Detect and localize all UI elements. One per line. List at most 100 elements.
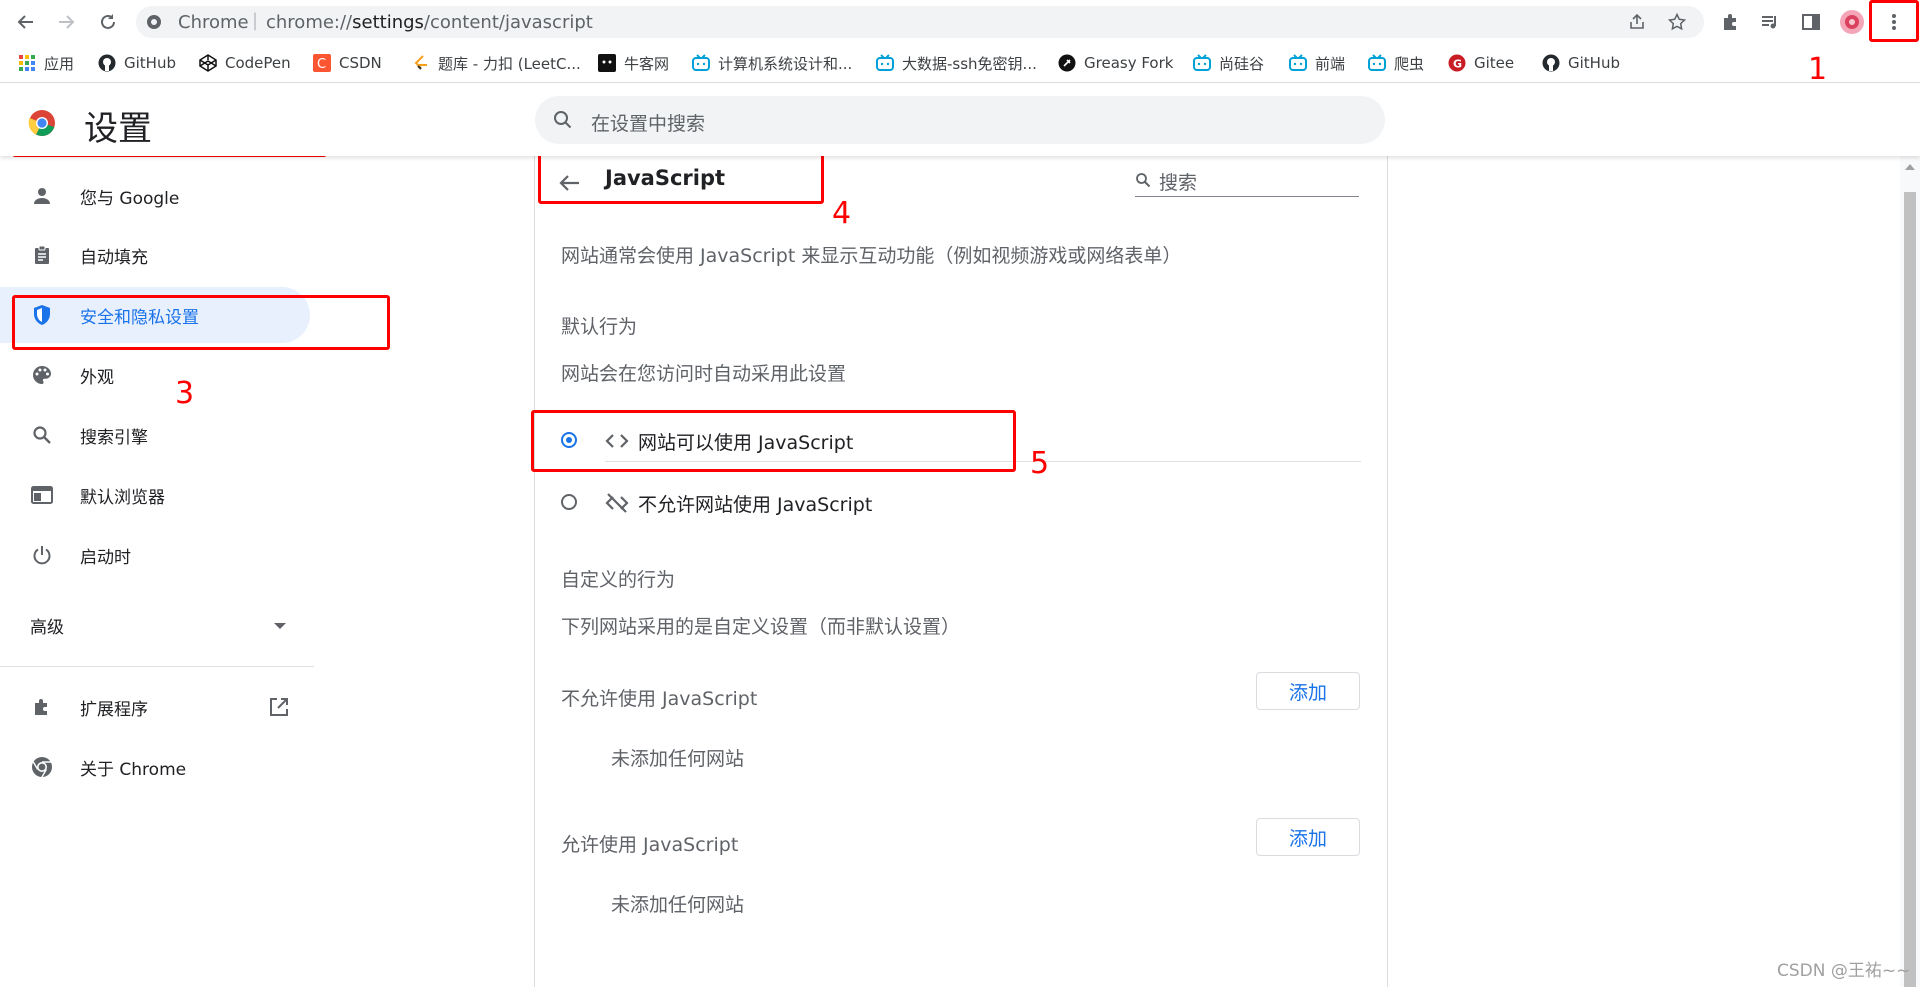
bookmark-nowcoder[interactable]: 牛客网 — [598, 52, 669, 74]
codepen-icon — [199, 54, 217, 72]
sidebar-item-you-and-google[interactable]: 您与 Google — [0, 168, 310, 224]
bookmark-star-icon[interactable] — [1666, 11, 1688, 33]
sidebar-divider — [0, 666, 314, 667]
clipboard-icon — [30, 243, 54, 267]
block-section-label: 不允许使用 JavaScript — [561, 688, 758, 710]
bookmark-github-2[interactable]: GitHub — [1542, 52, 1620, 74]
gitee-icon: G — [1448, 54, 1466, 72]
bookmark-label: Gitee — [1474, 54, 1515, 72]
github-icon — [1542, 54, 1560, 72]
chrome-logo-icon — [28, 110, 55, 136]
sidebar-item-label: 自动填充 — [80, 247, 148, 268]
greasyfork-icon — [1058, 54, 1076, 72]
code-brackets-icon — [605, 434, 629, 448]
bookmark-label: 题库 - 力扣 (LeetC... — [438, 54, 581, 73]
bookmark-bilibili-1[interactable]: 计算机系统设计和... — [692, 52, 852, 74]
bookmark-apps[interactable]: 应用 — [18, 52, 74, 74]
page-scrollbar[interactable] — [1900, 156, 1920, 987]
sidebar-item-privacy-security[interactable]: 安全和隐私设置 — [0, 287, 310, 343]
person-icon — [30, 184, 54, 208]
address-bar[interactable]: Chrome | chrome://settings/content/javas… — [136, 6, 1704, 38]
subpage-search-input[interactable]: 搜索 — [1135, 166, 1359, 197]
media-queue-icon[interactable] — [1756, 8, 1784, 36]
bookmark-bilibili-2[interactable]: 大数据-ssh免密钥... — [876, 52, 1037, 74]
add-allowed-site-button[interactable]: 添加 — [1256, 818, 1360, 856]
leetcode-icon — [412, 54, 430, 72]
forward-arrow-icon[interactable] — [52, 8, 80, 36]
page-title: 设置 — [84, 109, 152, 149]
advanced-label: 高级 — [30, 617, 64, 638]
description-text: 网站通常会使用 JavaScript 来显示互动功能（例如视频游戏或网络表单） — [561, 245, 1182, 267]
bilibili-icon — [876, 54, 894, 72]
allow-section-label: 允许使用 JavaScript — [561, 834, 739, 856]
bookmark-label: 前端 — [1315, 54, 1346, 73]
back-arrow-icon[interactable] — [557, 170, 583, 196]
more-vert-icon[interactable] — [1880, 8, 1908, 36]
shield-icon — [30, 303, 54, 327]
bookmark-github[interactable]: GitHub — [98, 52, 176, 74]
bookmark-leetcode[interactable]: 题库 - 力扣 (LeetC... — [412, 52, 581, 74]
sidebar-item-on-startup[interactable]: 启动时 — [0, 527, 310, 583]
add-blocked-site-button[interactable]: 添加 — [1256, 672, 1360, 710]
nowcoder-icon — [598, 54, 616, 72]
bookmark-bilibili-3[interactable]: 尚硅谷 — [1193, 52, 1264, 74]
subpage-search-placeholder: 搜索 — [1159, 172, 1198, 194]
radio-block-javascript[interactable]: 不允许网站使用 JavaScript — [535, 476, 1387, 532]
omnibox-url: chrome://settings/content/javascript — [266, 12, 593, 33]
sidebar-item-autofill[interactable]: 自动填充 — [0, 227, 310, 283]
side-panel-icon[interactable] — [1797, 8, 1825, 36]
bookmark-greasyfork[interactable]: Greasy Fork — [1058, 52, 1173, 74]
chevron-down-icon — [274, 623, 286, 629]
share-icon[interactable] — [1626, 11, 1648, 33]
sidebar-item-label: 扩展程序 — [80, 699, 148, 720]
omnibox-separator: | — [252, 10, 259, 31]
sidebar-item-label: 搜索引擎 — [80, 427, 148, 448]
blocked-empty-text: 未添加任何网站 — [611, 748, 745, 770]
search-icon — [1136, 173, 1151, 188]
apps-grid-icon — [18, 54, 36, 72]
search-icon — [554, 111, 572, 129]
github-icon — [98, 54, 116, 72]
bookmark-label: 爬虫 — [1394, 54, 1425, 73]
sidebar-item-label: 您与 Google — [80, 188, 180, 209]
sidebar-item-label: 外观 — [80, 367, 114, 388]
sidebar-item-about-chrome[interactable]: 关于 Chrome — [0, 739, 310, 795]
javascript-settings-card: JavaScript 搜索 网站通常会使用 JavaScript 来显示互动功能… — [534, 156, 1388, 987]
settings-search-input[interactable]: 在设置中搜索 — [535, 96, 1385, 144]
code-off-icon — [605, 493, 629, 513]
bookmark-csdn[interactable]: C CSDN — [313, 52, 382, 74]
bookmark-label: GitHub — [124, 54, 176, 72]
radio-label: 网站可以使用 JavaScript — [638, 432, 854, 454]
option-divider — [605, 461, 1361, 462]
extensions-puzzle-icon[interactable] — [1717, 8, 1745, 36]
bilibili-icon — [1289, 54, 1307, 72]
bookmark-label: 应用 — [44, 54, 75, 73]
bookmark-codepen[interactable]: CodePen — [199, 52, 291, 74]
settings-header: 设置 在设置中搜索 — [0, 83, 1920, 156]
scroll-thumb[interactable] — [1904, 192, 1916, 987]
bookmark-label: 大数据-ssh免密钥... — [902, 54, 1037, 73]
radio-button-checked[interactable] — [561, 432, 577, 448]
annotation-number: 1 — [1808, 52, 1828, 87]
bookmark-label: CodePen — [225, 54, 291, 72]
sidebar-item-extensions[interactable]: 扩展程序 — [0, 679, 310, 735]
sidebar-item-appearance[interactable]: 外观 — [0, 347, 310, 403]
open-in-new-icon — [268, 696, 290, 718]
profile-avatar[interactable] — [1838, 8, 1866, 36]
radio-button-unchecked[interactable] — [561, 494, 577, 510]
scroll-up-arrow-icon[interactable] — [1905, 164, 1915, 170]
chrome-outline-icon — [30, 755, 54, 779]
bookmark-bilibili-4[interactable]: 前端 — [1289, 52, 1345, 74]
bilibili-icon — [1193, 54, 1211, 72]
radio-label: 不允许网站使用 JavaScript — [638, 494, 873, 516]
bookmark-label: 计算机系统设计和... — [718, 54, 853, 73]
sidebar-item-label: 安全和隐私设置 — [80, 307, 199, 328]
reload-icon[interactable] — [94, 8, 122, 36]
sidebar-item-search-engine[interactable]: 搜索引擎 — [0, 407, 310, 463]
sidebar-item-default-browser[interactable]: 默认浏览器 — [0, 467, 310, 523]
back-arrow-icon[interactable] — [12, 8, 40, 36]
bookmark-bilibili-5[interactable]: 爬虫 — [1368, 52, 1424, 74]
bookmarks-bar: 应用 GitHub CodePen C CSDN 题库 - 力扣 (LeetC.… — [0, 44, 1920, 83]
sidebar-advanced-toggle[interactable]: 高级 — [0, 597, 310, 653]
bookmark-gitee[interactable]: G Gitee — [1448, 52, 1514, 74]
